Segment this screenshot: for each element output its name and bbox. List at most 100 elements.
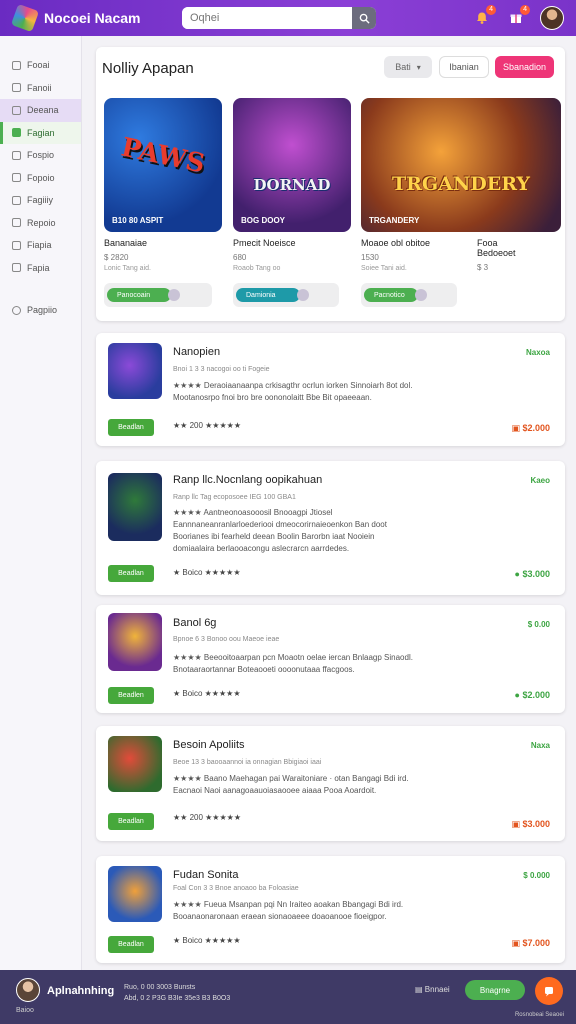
- app-meta: Ranp llc Tag ecoposoee IEG 100 GBA1: [173, 494, 296, 501]
- app-category: $ 0.000: [523, 871, 550, 880]
- star-icon: [12, 105, 21, 115]
- desc-line: Eannnaneanranlarloederiooi dmeocorirnaie…: [173, 520, 387, 529]
- sidebar-item-fooai[interactable]: Fooai: [0, 54, 81, 77]
- app-title: Nocoei Nacam: [44, 10, 141, 26]
- sidebar-item-deeana[interactable]: Deeana: [0, 99, 81, 122]
- app-action-button[interactable]: Beadlan: [108, 813, 154, 830]
- app-list-item[interactable]: Besoin Apoliits Naxa Beoe 13 3 baooaanno…: [96, 726, 565, 841]
- app-title: Ranp llc.Nocnlang oopikahuan: [173, 474, 323, 486]
- card-action-bar: Panocoain: [104, 283, 212, 307]
- desc-line: Boorianes ibi fearheld deean Boolin Baro…: [173, 532, 375, 541]
- app-list-item[interactable]: Ranp llc.Nocnlang oopikahuan Kaeo Ranp l…: [96, 461, 565, 595]
- sidebar-item-fapia[interactable]: Fapia: [0, 257, 81, 280]
- featured-card[interactable]: PAWS B10 80 ASPIT Bananaiae $ 2820 Lonic…: [104, 98, 222, 307]
- desc-line: ★★★★ Baano Maehagan pai Waraitoniare · o…: [173, 774, 409, 783]
- search-box: [182, 7, 376, 29]
- app-category: Naxoa: [525, 348, 550, 357]
- more-icon[interactable]: [168, 289, 180, 301]
- app-price: ▣ $2.000: [511, 423, 550, 434]
- sidebar-item-fagian[interactable]: Fagian: [0, 121, 81, 144]
- sidebar-item-repoio[interactable]: Repoio: [0, 212, 81, 235]
- sidebar-item-fanoii[interactable]: Fanoii: [0, 77, 81, 100]
- gear-icon: [12, 263, 21, 273]
- notifications-button[interactable]: 4: [472, 5, 496, 28]
- footer-corner-text: Rosnobeai Seaoei: [514, 1012, 564, 1018]
- sidebar-item-label: Fagian: [27, 127, 55, 138]
- sidebar-item-pagpiio[interactable]: Pagpiio: [0, 299, 81, 322]
- secondary-button[interactable]: Ibanian: [439, 56, 489, 78]
- cart-icon: ▣: [511, 423, 523, 433]
- app-action-button[interactable]: Beadlan: [108, 565, 154, 582]
- featured-card[interactable]: TRGANDERY TRGANDERY Moaoe obl obitoe 153…: [361, 98, 561, 307]
- app-list-item[interactable]: Fudan Sonita $ 0.000 Foal Con 3 3 Bnoe a…: [96, 856, 565, 963]
- art-caption: TRGANDERY: [369, 216, 420, 225]
- app-title: Nanopien: [173, 346, 221, 358]
- gifts-button[interactable]: 4: [506, 5, 530, 28]
- card-name: Pmecit Noeisce: [233, 238, 296, 248]
- app-category: $ 0.00: [527, 620, 550, 629]
- app-title: Banol 6g: [173, 617, 217, 629]
- chart-icon: [12, 218, 21, 228]
- search-icon: [359, 13, 370, 24]
- chevron-down-icon: ▾: [416, 62, 421, 72]
- check-icon: [12, 128, 21, 138]
- search-button[interactable]: [352, 7, 376, 29]
- sidebar-item-fopoio[interactable]: Fopoio: [0, 167, 81, 190]
- app-meta: Bnoi 1 3 3 nacogoi oo ti Fogeie: [173, 366, 270, 373]
- app-list-item[interactable]: Banol 6g $ 0.00 Bpnoe 6 3 Bonoo oou Maeo…: [96, 605, 565, 713]
- sidebar: Fooai Fanoii Deeana Fagian Fospio Fopoio…: [0, 36, 82, 970]
- sidebar-item-label: Fooai: [27, 60, 50, 71]
- app-rating: ★ Boico ★★★★★: [173, 568, 241, 577]
- featured-card[interactable]: DORNAD BOG DOOY Pmecit Noeisce 680 Roaob…: [233, 98, 351, 307]
- footer-chat-button[interactable]: [535, 977, 563, 1005]
- sidebar-item-fiapia[interactable]: Fiapia: [0, 234, 81, 257]
- featured-title: Nolliy Apapan: [102, 60, 194, 77]
- footer-avatar[interactable]: [16, 978, 40, 1002]
- desc-line: Mootanosrpo fnoi bro bre oononolaitt Bbe…: [173, 393, 372, 402]
- search-input[interactable]: [182, 7, 352, 29]
- card-action-button[interactable]: Pacnotico: [364, 288, 418, 302]
- more-icon[interactable]: [297, 289, 309, 301]
- app-rating: ★ Boico ★★★★★: [173, 936, 241, 945]
- card-action-button[interactable]: Damionia: [236, 288, 300, 302]
- sidebar-item-label: Deeana: [27, 105, 59, 116]
- app-price: ● $2.000: [515, 690, 550, 700]
- app-description: ★★★★ Fueua Msanpan pqi Nn Iraiteo aoakan…: [173, 899, 403, 923]
- footer-primary-button[interactable]: Bnagrne: [465, 980, 525, 1000]
- game-art: DORNAD BOG DOOY: [233, 98, 351, 232]
- app-action-button[interactable]: Beadlan: [108, 936, 154, 953]
- price-value: $3.000: [522, 569, 550, 579]
- card-meta: 1530: [361, 253, 379, 262]
- desc-line: Bnotaaraortannar Boteaooeti oooonutaaa f…: [173, 665, 355, 674]
- card-action-button[interactable]: Panocoain: [107, 288, 171, 302]
- filter-button[interactable]: Bati ▾: [384, 56, 432, 78]
- app-title: Besoin Apoliits: [173, 739, 245, 751]
- more-icon[interactable]: [415, 289, 427, 301]
- app-thumbnail: [108, 473, 162, 541]
- game-art: PAWS B10 80 ASPIT: [104, 98, 222, 232]
- card-name: Bananaiae: [104, 238, 148, 248]
- user-avatar[interactable]: [540, 6, 564, 30]
- app-logo[interactable]: [10, 3, 40, 33]
- app-category: Kaeo: [530, 476, 550, 485]
- sidebar-item-label: Fopoio: [27, 172, 55, 183]
- desc-line: domiaalaira berlaooacongu aslecrarcn aar…: [173, 544, 350, 553]
- sidebar-item-fagiiiy[interactable]: Fagiiiy: [0, 189, 81, 212]
- sidebar-item-label: Fiapia: [27, 240, 52, 251]
- notification-badge: 4: [486, 5, 496, 15]
- top-bar: Nocoei Nacam 4 4: [0, 0, 576, 36]
- tag-icon: [12, 195, 21, 205]
- app-action-button[interactable]: Beadlan: [108, 419, 154, 436]
- sidebar-item-fospio[interactable]: Fospio: [0, 144, 81, 167]
- primary-button[interactable]: Sbanadion: [495, 56, 554, 78]
- clock-icon: [12, 150, 21, 160]
- sidebar-item-label: Fagiiiy: [27, 195, 54, 206]
- footer-link[interactable]: ▤ Bnnaei: [415, 985, 450, 994]
- app-action-button[interactable]: Beadlen: [108, 687, 154, 704]
- app-list-item[interactable]: Nanopien Naxoa Bnoi 1 3 3 nacogoi oo ti …: [96, 333, 565, 446]
- price-value: $7.000: [522, 938, 550, 948]
- app-rating: ★★ 200 ★★★★★: [173, 813, 241, 822]
- app-description: ★★★★ Deraoiaanaanpa crkisagthr ocrlun io…: [173, 380, 412, 404]
- sidebar-item-label: Fapia: [27, 262, 50, 273]
- grid-icon: [12, 83, 21, 93]
